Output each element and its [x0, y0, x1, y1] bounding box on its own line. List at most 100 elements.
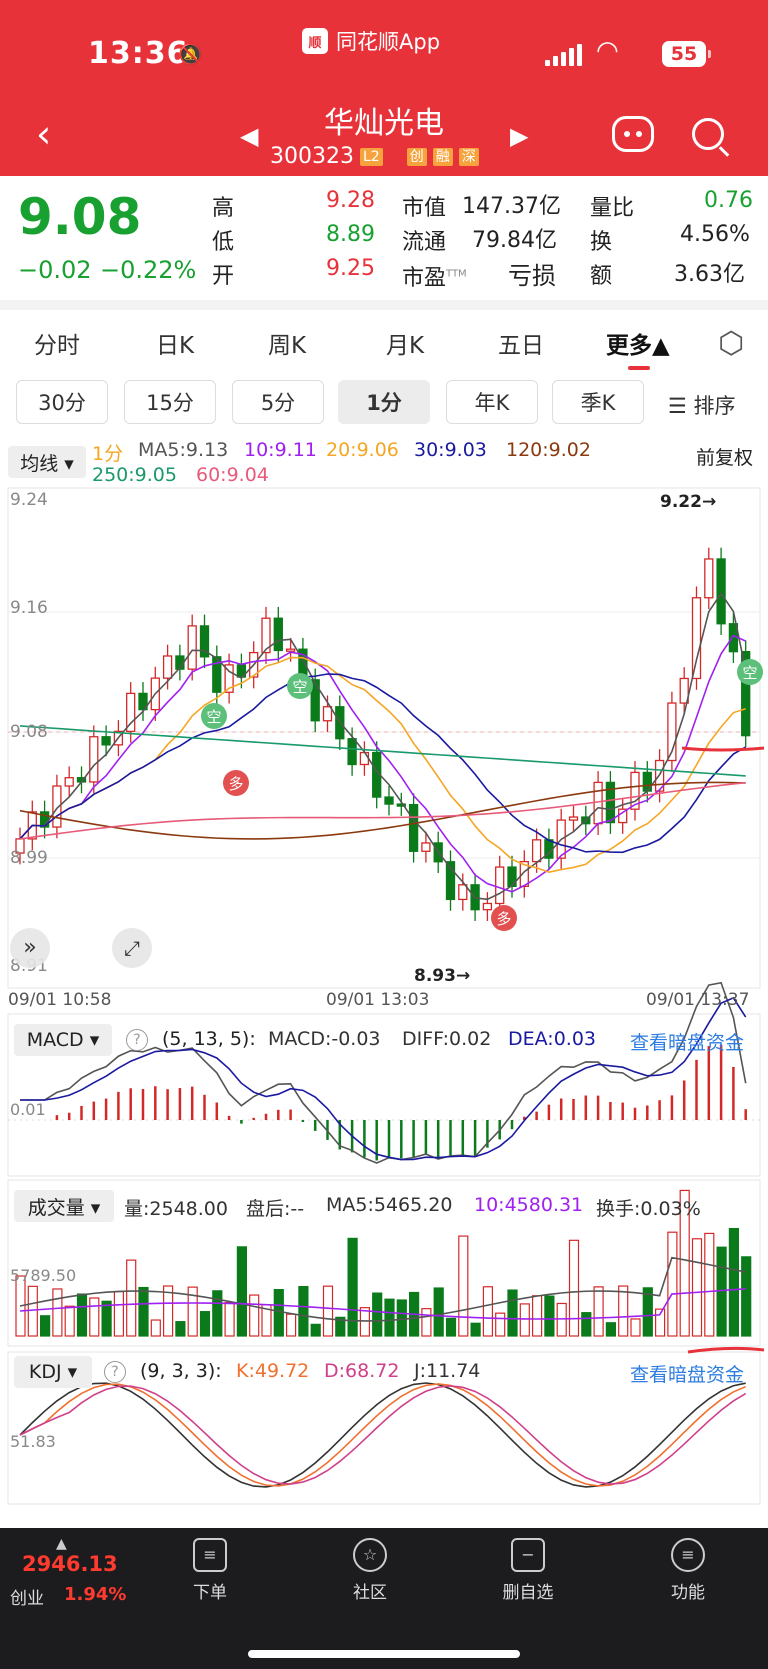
volume-bar [470, 1322, 481, 1337]
ytick-9-24: 9.24 [10, 490, 48, 510]
j-line [19, 1382, 746, 1488]
volume-bar [101, 1300, 112, 1337]
volume-bar [728, 1227, 740, 1337]
candle-body [458, 884, 468, 901]
badge-kong-2-text: 空 [292, 678, 307, 696]
volume-bar [298, 1285, 309, 1337]
volume-bar [39, 1315, 51, 1337]
kdj-params: (9, 3, 3): [140, 1360, 222, 1382]
volume-bar [138, 1286, 149, 1337]
ytick-9-08: 9.08 [10, 722, 48, 742]
kline-layer: 空空空多多 [7, 487, 765, 989]
ma20-line [19, 656, 746, 874]
chinext-index-pct: 1.94% [64, 1584, 127, 1605]
volume-bar [531, 1295, 543, 1337]
volume-bar [236, 1246, 247, 1337]
dark-pool-link-2[interactable]: 查看暗盘资金 [630, 1360, 744, 1387]
fullscreen-icon[interactable]: ⤢ [112, 928, 152, 968]
home-indicator [248, 1650, 520, 1658]
xtick-end: 09/01 13:37 [646, 990, 750, 1010]
volume-bar [458, 1235, 469, 1337]
candle-body [421, 842, 431, 852]
nav-remove-watchlist-label: 删自选 [502, 1583, 554, 1603]
volume-bar [199, 1311, 211, 1337]
volume-bar [113, 1291, 125, 1337]
volume-bar [76, 1293, 88, 1337]
annotation-stroke-2 [687, 1346, 765, 1354]
volume-bar [384, 1298, 395, 1337]
dark-pool-link-1[interactable]: 查看暗盘资金 [630, 1028, 744, 1055]
volume-bar [482, 1286, 493, 1337]
volume-bar [618, 1285, 629, 1337]
volume-bar [691, 1238, 703, 1337]
volume-bar [605, 1322, 617, 1337]
candle-body [568, 816, 579, 821]
nav-order-label: 下单 [193, 1583, 227, 1603]
volume-ytick: 5789.50 [10, 1266, 77, 1285]
kdj-help-icon[interactable]: ? [104, 1361, 126, 1383]
xtick-mid: 09/01 13:03 [326, 990, 430, 1010]
xtick-start: 09/01 10:58 [8, 990, 112, 1010]
volume-bar [704, 1232, 715, 1337]
volume-bar [556, 1302, 567, 1337]
volume-bar [507, 1289, 518, 1337]
volume-bar [519, 1303, 530, 1337]
volume-bar [716, 1246, 727, 1337]
volume-bar [89, 1297, 100, 1337]
expand-sidebar-icon[interactable]: » [10, 928, 50, 968]
candle-body [322, 706, 333, 722]
candle-body [285, 648, 296, 652]
kdj-dropdown[interactable]: KDJ ▾ [14, 1356, 92, 1388]
macd-dropdown[interactable]: MACD ▾ [14, 1024, 112, 1056]
order-document-icon: ≡ [193, 1538, 227, 1572]
volume-bar [630, 1318, 641, 1337]
candle-body [347, 738, 357, 766]
volume-bar [273, 1289, 284, 1337]
volume-bar [544, 1295, 555, 1337]
nav-community[interactable]: ☆ 社区 [320, 1538, 420, 1603]
volume-bar [175, 1321, 186, 1337]
volume-bar [741, 1256, 752, 1337]
candle-body [359, 751, 370, 766]
nav-functions[interactable]: ≡ 功能 [638, 1538, 738, 1603]
after-hours-value: 盘后:-- [246, 1198, 305, 1220]
badge-duo-1-text: 多 [228, 775, 243, 793]
volume-bar [421, 1308, 432, 1337]
d-value: D:68.72 [324, 1360, 400, 1382]
remove-watchlist-icon: − [511, 1538, 545, 1572]
volume-bar [593, 1286, 604, 1337]
candle-body [531, 839, 542, 863]
candle-body [408, 803, 419, 852]
volume-bar [372, 1292, 383, 1337]
nav-order[interactable]: ≡ 下单 [160, 1538, 260, 1603]
volume-bar [27, 1285, 38, 1337]
volume-bar [310, 1323, 321, 1337]
volume-ma5: MA5:5465.20 [326, 1194, 453, 1216]
volume-bar [52, 1288, 63, 1337]
chinext-index-value[interactable]: 2946.13 [22, 1552, 118, 1576]
index-up-arrow-icon: ▲ [56, 1536, 67, 1552]
candle-body [716, 558, 726, 625]
kline-chart-area[interactable]: 空空空多多 [0, 0, 768, 1520]
j-value: J:11.74 [414, 1360, 481, 1382]
macd-value: MACD:-0.03 [268, 1028, 381, 1050]
volume-bar [433, 1287, 444, 1337]
macd-ytick: 0.01 [10, 1100, 46, 1119]
volume-dropdown[interactable]: 成交量 ▾ [14, 1190, 114, 1222]
nav-remove-watchlist[interactable]: − 删自选 [478, 1538, 578, 1603]
volume-bar [322, 1285, 334, 1337]
low-marker: 8.93→ [414, 966, 471, 986]
candle-body [101, 736, 111, 746]
volume-bar [126, 1259, 137, 1337]
k-value: K:49.72 [236, 1360, 310, 1382]
kdj-ytick: 51.83 [10, 1432, 56, 1451]
community-star-icon: ☆ [353, 1538, 387, 1572]
macd-help-icon[interactable]: ? [126, 1029, 148, 1051]
volume-bar [64, 1305, 75, 1337]
volume-bar [212, 1290, 223, 1337]
candle-body [384, 796, 394, 805]
turnover-small: 换手:0.03% [596, 1198, 701, 1220]
volume-bar [667, 1231, 678, 1337]
volume-bar [396, 1299, 407, 1337]
annotation-stroke [681, 746, 765, 752]
